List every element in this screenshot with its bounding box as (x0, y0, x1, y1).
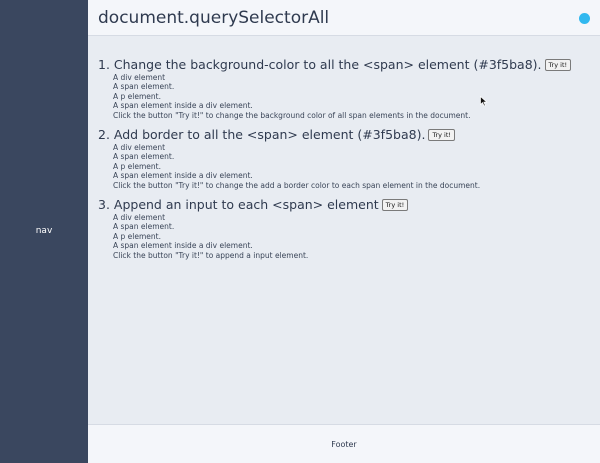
main-content: 1. Change the background-color to all th… (88, 36, 600, 424)
section-border: 2. Add border to all the <span> element … (98, 127, 480, 190)
demo-nested-span-element: A span element inside a div element. (113, 101, 253, 111)
section-heading: 2. Add border to all the <span> element … (98, 127, 480, 142)
page-footer: Footer (88, 424, 600, 463)
demo-instruction: Click the button "Try it!" to change the… (113, 110, 471, 120)
demo-nested-span-element: A span element inside a div element. (113, 171, 253, 181)
demo-span-element: A span element. (113, 222, 175, 232)
demo-instruction: Click the button "Try it!" to change the… (113, 180, 481, 190)
try-it-button-border[interactable]: Try it! (428, 129, 455, 141)
demo-instruction: Click the button "Try it!" to append a i… (113, 250, 309, 260)
demo-div-element: A div element (113, 73, 166, 82)
section-heading: 3. Append an input to each <span> elemen… (98, 197, 409, 212)
demo-list: A div element A span element. A p elemen… (113, 143, 480, 190)
status-dot-icon (579, 13, 590, 24)
demo-div-element: A div element (113, 213, 166, 222)
demo-p-element: A p element. (113, 231, 161, 241)
demo-p-element: A p element. (113, 161, 161, 171)
section-background-color: 1. Change the background-color to all th… (98, 57, 572, 120)
section-heading-text: 3. Append an input to each <span> elemen… (98, 197, 379, 212)
page-title: document.querySelectorAll (98, 8, 330, 28)
page-header: document.querySelectorAll (88, 0, 600, 36)
sidebar-nav: nav (0, 0, 88, 463)
section-heading-text: 1. Change the background-color to all th… (98, 57, 542, 72)
nav-label: nav (35, 226, 53, 236)
demo-p-element: A p element. (113, 91, 161, 101)
demo-list: A div element A span element. A p elemen… (113, 213, 408, 260)
demo-span-element: A span element. (113, 82, 175, 92)
demo-div-element: A div element (113, 143, 166, 152)
section-append-input: 3. Append an input to each <span> elemen… (98, 197, 409, 260)
demo-nested-span-element: A span element inside a div element. (113, 241, 253, 251)
section-heading: 1. Change the background-color to all th… (98, 57, 572, 72)
mouse-pointer-icon (480, 96, 488, 107)
demo-list: A div element A span element. A p elemen… (113, 73, 571, 120)
demo-span-element: A span element. (113, 152, 175, 162)
try-it-button-background[interactable]: Try it! (544, 59, 572, 71)
section-heading-text: 2. Add border to all the <span> element … (98, 127, 426, 142)
footer-label: Footer (331, 440, 357, 449)
try-it-button-append[interactable]: Try it! (381, 199, 409, 211)
